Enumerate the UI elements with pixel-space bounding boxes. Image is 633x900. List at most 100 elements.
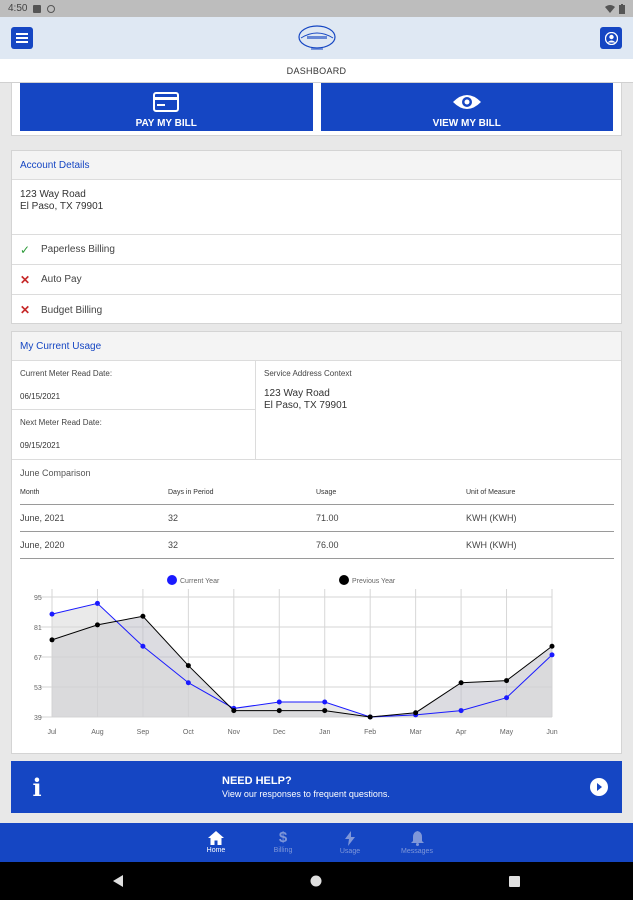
y-tick-label: 39 — [34, 715, 42, 722]
feature-paperless: ✓ Paperless Billing — [12, 235, 621, 265]
address-line2: El Paso, TX 79901 — [20, 201, 104, 212]
table-row: June, 2020 32 76.00 KWH (KWH) — [20, 531, 614, 559]
cross-icon: ✕ — [20, 272, 31, 287]
page-title: DASHBOARD — [0, 59, 633, 83]
arrow-right-icon[interactable] — [590, 778, 608, 796]
account-button[interactable] — [600, 27, 622, 49]
dollar-icon: $ — [278, 829, 288, 846]
legend-label: Current Year — [180, 578, 220, 585]
home-circle-icon[interactable] — [310, 875, 322, 887]
current-usage-title: My Current Usage — [12, 332, 621, 361]
tab-billing[interactable]: $ Billing — [261, 823, 306, 862]
data-point — [322, 708, 328, 714]
x-tick-label: May — [500, 729, 514, 736]
feature-label: Budget Billing — [41, 304, 103, 316]
data-point — [276, 708, 282, 714]
company-logo — [297, 23, 337, 53]
meter-dates: Current Meter Read Date: 06/15/2021 Next… — [12, 361, 256, 459]
view-bill-button[interactable]: VIEW MY BILL — [320, 83, 613, 131]
battery-icon — [619, 3, 625, 14]
pay-bill-button[interactable]: PAY MY BILL — [20, 83, 313, 131]
current-read-cell: Current Meter Read Date: 06/15/2021 — [12, 361, 255, 410]
table-cell: 71.00 — [316, 504, 466, 532]
data-point — [276, 699, 282, 705]
feature-label: Auto Pay — [41, 274, 82, 285]
app-header — [0, 17, 633, 59]
help-subtitle: View our responses to frequent questions… — [222, 789, 390, 799]
x-tick-label: Feb — [364, 729, 376, 736]
tab-usage[interactable]: Usage — [328, 823, 373, 862]
data-point — [140, 643, 146, 649]
account-details-title: Account Details — [12, 151, 621, 180]
table-cell: 32 — [168, 504, 316, 532]
info-icon: i — [32, 772, 42, 802]
no-sync-icon — [47, 4, 56, 13]
menu-button[interactable] — [11, 27, 33, 49]
table-cell: KWH (KWH) — [466, 531, 614, 559]
x-tick-label: Aug — [91, 729, 104, 736]
help-title: NEED HELP? — [222, 775, 292, 787]
tab-label: Billing — [273, 847, 293, 854]
bell-icon — [410, 830, 424, 846]
data-point — [458, 708, 464, 714]
x-tick-label: Jul — [48, 729, 57, 736]
usage-chart-svg: 39 53 67 81 95 Jul Aug Sep Oct Nov Dec Jan Feb Mar Apr… — [34, 575, 558, 736]
data-point — [94, 600, 100, 606]
need-help-banner[interactable]: i NEED HELP? View our responses to frequ… — [11, 761, 622, 813]
lightning-icon — [345, 830, 355, 846]
feature-budget: ✕ Budget Billing — [12, 295, 621, 325]
recents-icon[interactable] — [508, 875, 520, 887]
x-tick-label: Mar — [410, 729, 423, 736]
column-header: Unit of Measure — [466, 486, 614, 505]
y-tick-label: 67 — [34, 655, 42, 662]
account-details-card: Account Details 123 Way Road El Paso, TX… — [11, 150, 622, 324]
legend-marker — [167, 575, 177, 585]
current-read-label: Current Meter Read Date: — [20, 369, 113, 378]
x-tick-label: Jun — [546, 729, 557, 736]
tab-home[interactable]: Home — [194, 823, 239, 862]
service-address-label: Service Address Context — [264, 369, 352, 378]
column-header: Month — [20, 486, 168, 505]
comparison-table: Month Days in Period Usage Unit of Measu… — [20, 486, 614, 559]
x-tick-label: Oct — [183, 729, 194, 736]
dashboard-content[interactable]: PAY MY BILL VIEW MY BILL Account Details… — [0, 83, 633, 823]
bottom-tab-bar: Home $ Billing Usage Messages — [0, 823, 633, 862]
x-tick-label: Sep — [137, 729, 150, 736]
checkmark-icon: ✓ — [20, 242, 31, 257]
wifi-icon — [605, 4, 615, 13]
current-read-value: 06/15/2021 — [20, 392, 61, 401]
data-point — [549, 643, 555, 649]
y-tick-label: 81 — [34, 625, 42, 632]
feature-label: Paperless Billing — [41, 244, 115, 255]
hamburger-icon — [16, 33, 28, 43]
table-cell: June, 2021 — [20, 504, 168, 532]
eye-icon — [452, 94, 481, 109]
data-point — [322, 699, 328, 705]
user-icon — [604, 31, 618, 45]
data-point — [504, 678, 510, 684]
table-cell: 32 — [168, 531, 316, 559]
tab-label: Usage — [339, 847, 361, 855]
data-point — [185, 663, 191, 669]
status-time: 4:50 — [8, 3, 28, 14]
credit-card-icon — [153, 91, 180, 112]
column-header: Usage — [316, 486, 466, 505]
tab-messages[interactable]: Messages — [395, 823, 440, 862]
current-usage-card: My Current Usage Current Meter Read Date… — [11, 331, 622, 754]
data-point — [549, 652, 555, 658]
tab-label: Home — [206, 847, 226, 854]
table-cell: June, 2020 — [20, 531, 168, 559]
legend-marker — [339, 575, 349, 585]
x-tick-label: Apr — [456, 729, 468, 736]
cross-icon: ✕ — [20, 303, 31, 317]
service-address: Service Address Context 123 Way Road El … — [256, 361, 621, 459]
status-bar: 4:50 — [0, 0, 633, 17]
view-bill-label: VIEW MY BILL — [432, 117, 501, 129]
next-read-cell: Next Meter Read Date: 09/15/2021 — [12, 410, 255, 459]
x-tick-label: Jan — [319, 729, 330, 736]
meter-info-grid: Current Meter Read Date: 06/15/2021 Next… — [12, 361, 621, 460]
back-icon[interactable] — [113, 875, 124, 887]
data-point — [504, 695, 510, 701]
feature-autopay: ✕ Auto Pay — [12, 265, 621, 295]
account-address: 123 Way Road El Paso, TX 79901 — [12, 180, 621, 235]
